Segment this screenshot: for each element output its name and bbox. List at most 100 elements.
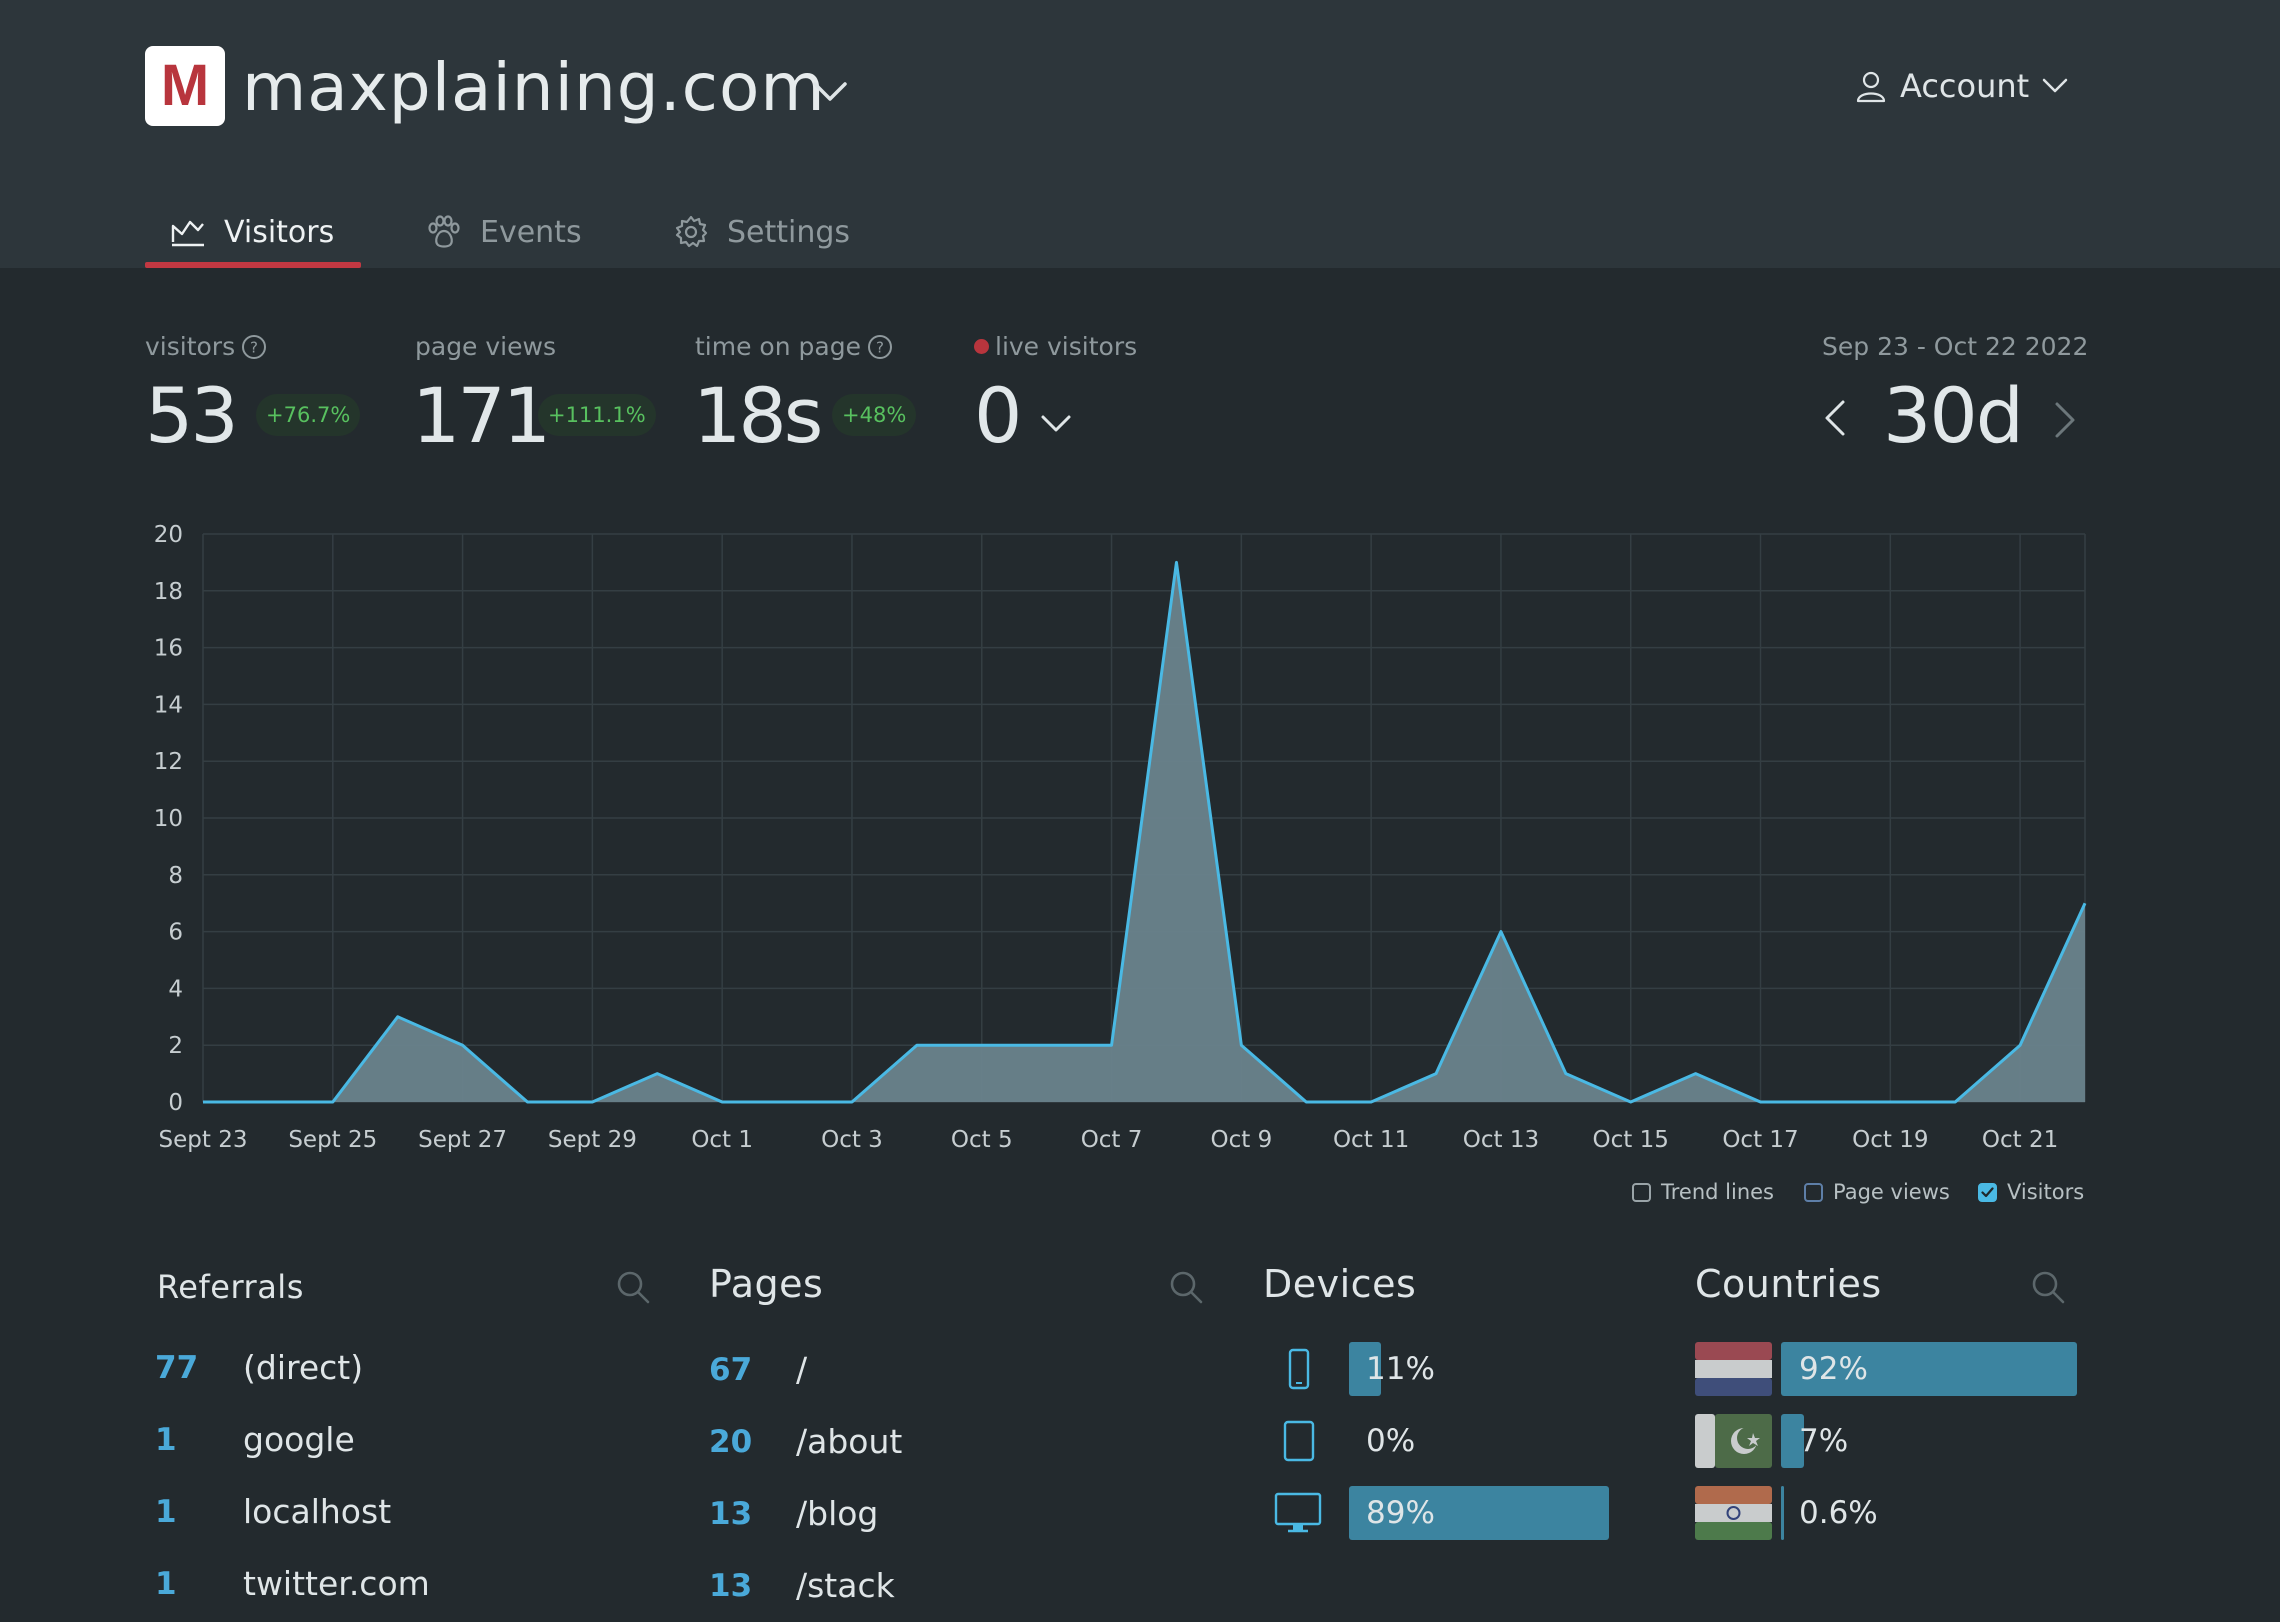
data-point[interactable] bbox=[329, 1098, 337, 1106]
data-point[interactable] bbox=[1237, 1041, 1245, 1049]
page-path: /stack bbox=[796, 1566, 895, 1605]
x-tick-label: Oct 19 bbox=[1852, 1127, 1928, 1153]
site-logo[interactable]: M bbox=[145, 46, 225, 126]
data-point[interactable] bbox=[1432, 1070, 1440, 1078]
data-point[interactable] bbox=[1367, 1098, 1375, 1106]
data-point[interactable] bbox=[978, 1041, 986, 1049]
live-visitors-label: live visitors bbox=[974, 332, 1137, 361]
referral-name: twitter.com bbox=[243, 1564, 430, 1603]
data-point[interactable] bbox=[588, 1098, 596, 1106]
data-point[interactable] bbox=[2081, 899, 2089, 907]
pages-title: Pages bbox=[709, 1262, 824, 1306]
data-point[interactable] bbox=[1627, 1098, 1635, 1106]
y-tick-label: 18 bbox=[154, 579, 183, 605]
search-icon[interactable] bbox=[1167, 1268, 1205, 1306]
x-tick-label: Oct 13 bbox=[1463, 1127, 1539, 1153]
data-point[interactable] bbox=[1108, 1041, 1116, 1049]
tab-visitors[interactable]: Visitors bbox=[170, 205, 334, 259]
referral-name: (direct) bbox=[243, 1348, 364, 1387]
data-point[interactable] bbox=[1043, 1041, 1051, 1049]
data-point[interactable] bbox=[523, 1098, 531, 1106]
period-selector[interactable]: 30d bbox=[1883, 372, 2024, 460]
visitors-value: 53 bbox=[145, 371, 239, 460]
data-point[interactable] bbox=[1497, 928, 1505, 936]
help-icon[interactable]: ? bbox=[241, 334, 267, 360]
x-tick-label: Sept 25 bbox=[288, 1127, 377, 1153]
live-visitors-value[interactable]: 0 bbox=[974, 372, 1022, 460]
visitors-label: visitors ? bbox=[145, 332, 267, 361]
data-point[interactable] bbox=[1302, 1098, 1310, 1106]
referral-count: 1 bbox=[155, 1494, 177, 1530]
x-tick-label: Sept 29 bbox=[548, 1127, 637, 1153]
india-flag-icon bbox=[1695, 1486, 1772, 1540]
referrals-title: Referrals bbox=[157, 1268, 304, 1306]
tab-label: Settings bbox=[727, 214, 851, 250]
live-indicator-dot bbox=[974, 339, 989, 354]
legend-trend-lines[interactable]: Trend lines bbox=[1632, 1180, 1774, 1204]
data-point[interactable] bbox=[264, 1098, 272, 1106]
chevron-down-icon[interactable] bbox=[812, 78, 848, 104]
page-views-checkbox[interactable] bbox=[1804, 1182, 1823, 1202]
x-tick-label: Oct 3 bbox=[821, 1127, 883, 1153]
data-point[interactable] bbox=[199, 1098, 207, 1106]
y-tick-label: 10 bbox=[154, 806, 183, 832]
data-point[interactable] bbox=[653, 1070, 661, 1078]
data-point[interactable] bbox=[1757, 1098, 1765, 1106]
tab-label: Events bbox=[480, 214, 582, 250]
x-tick-label: Oct 1 bbox=[691, 1127, 753, 1153]
chevron-left-icon[interactable] bbox=[1822, 398, 1848, 438]
account-menu[interactable]: Account bbox=[1854, 64, 2069, 108]
chevron-down-icon[interactable] bbox=[1040, 412, 1072, 436]
logo-letter: M bbox=[160, 53, 210, 118]
data-point[interactable] bbox=[1562, 1070, 1570, 1078]
tablet-icon bbox=[1283, 1420, 1315, 1462]
check-icon bbox=[1981, 1186, 1994, 1197]
legend-label: Page views bbox=[1833, 1180, 1950, 1204]
referral-name: localhost bbox=[243, 1492, 392, 1531]
search-icon[interactable] bbox=[614, 1268, 652, 1306]
legend-page-views[interactable]: Page views bbox=[1804, 1180, 1950, 1204]
data-point[interactable] bbox=[913, 1041, 921, 1049]
x-tick-label: Oct 5 bbox=[951, 1127, 1013, 1153]
devices-title: Devices bbox=[1263, 1262, 1417, 1306]
tab-events[interactable]: Events bbox=[426, 205, 582, 259]
data-point[interactable] bbox=[1821, 1098, 1829, 1106]
x-tick-label: Sept 23 bbox=[159, 1127, 248, 1153]
gear-icon bbox=[675, 215, 708, 248]
x-tick-label: Oct 9 bbox=[1210, 1127, 1272, 1153]
time-on-page-change-badge: +48% bbox=[832, 394, 917, 436]
referral-name: google bbox=[243, 1420, 355, 1459]
search-icon[interactable] bbox=[2029, 1268, 2067, 1306]
data-point[interactable] bbox=[1172, 558, 1180, 566]
visitors-area bbox=[203, 562, 2085, 1102]
data-point[interactable] bbox=[848, 1098, 856, 1106]
y-tick-label: 16 bbox=[154, 636, 183, 662]
chevron-right-icon[interactable] bbox=[2052, 400, 2078, 440]
x-tick-label: Oct 7 bbox=[1081, 1127, 1143, 1153]
referral-count: 1 bbox=[155, 1422, 177, 1458]
page-count: 67 bbox=[709, 1352, 753, 1388]
data-point[interactable] bbox=[718, 1098, 726, 1106]
y-tick-label: 0 bbox=[168, 1090, 183, 1116]
data-point[interactable] bbox=[1692, 1070, 1700, 1078]
tab-settings[interactable]: Settings bbox=[673, 205, 850, 259]
mobile-icon bbox=[1288, 1348, 1310, 1390]
page-views-label-text: page views bbox=[415, 332, 556, 361]
user-icon bbox=[1856, 71, 1886, 103]
data-point[interactable] bbox=[1886, 1098, 1894, 1106]
data-point[interactable] bbox=[459, 1041, 467, 1049]
site-selector[interactable]: maxplaining.com bbox=[242, 48, 826, 128]
device-percent: 0% bbox=[1366, 1423, 1416, 1459]
data-point[interactable] bbox=[394, 1013, 402, 1021]
data-point[interactable] bbox=[783, 1098, 791, 1106]
legend-visitors[interactable]: Visitors bbox=[1978, 1180, 2084, 1204]
trend-lines-checkbox[interactable] bbox=[1632, 1182, 1651, 1202]
x-tick-label: Oct 11 bbox=[1333, 1127, 1409, 1153]
help-icon[interactable]: ? bbox=[867, 334, 893, 360]
svg-text:?: ? bbox=[250, 338, 258, 356]
data-point[interactable] bbox=[1951, 1098, 1959, 1106]
visitors-checkbox[interactable] bbox=[1978, 1182, 1997, 1202]
data-point[interactable] bbox=[2016, 1041, 2024, 1049]
time-on-page-label-text: time on page bbox=[695, 332, 861, 361]
y-tick-label: 8 bbox=[168, 863, 183, 889]
